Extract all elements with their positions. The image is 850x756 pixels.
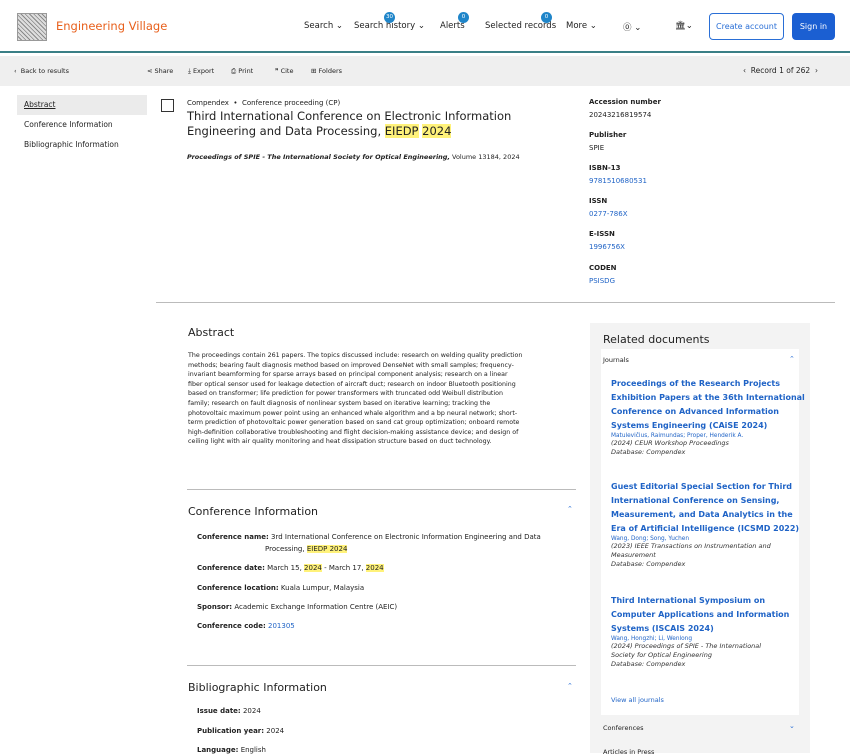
conference-code: Conference code: 201305 [197,622,295,630]
chevron-down-icon: ⌄ [589,21,597,31]
top-header: Engineering Village Search ⌄ Search hist… [0,0,850,53]
record-toolbar: ‹ Back to results ⋖ Share ⤓ Export ⎙ Pri… [0,56,850,86]
conferences-accordion[interactable]: Conferences [603,724,644,732]
conference-date: Conference date: March 15, 2024 - March … [197,564,384,572]
print-button[interactable]: ⎙ Print [231,67,253,76]
conference-sponsor: Sponsor: Academic Exchange Information C… [197,603,398,611]
related-doc[interactable]: Third International Symposium on Computer… [611,594,789,669]
eissn-label: E-ISSN [589,230,615,238]
issn-label: ISSN [589,197,608,205]
isbn-label: ISBN-13 [589,164,621,172]
sidebar-item-abstract[interactable]: Abstract [17,95,147,115]
chevron-down-icon: ⌄ [685,21,693,31]
chevron-up-icon[interactable]: ⌃ [567,505,573,513]
record-source: Proceedings of SPIE - The International … [187,153,520,161]
nav-search[interactable]: Search ⌄ [304,21,343,31]
share-button[interactable]: ⋖ Share [147,67,173,75]
journals-accordion[interactable]: Journals [603,356,629,364]
publisher-value: SPIE [589,144,605,152]
chevron-down-icon: ⌄ [335,21,344,31]
help-menu[interactable]: ⓪ ⌄ [623,21,641,33]
articles-in-press-accordion[interactable]: Articles in Press [603,748,654,756]
related-heading: Related documents [603,333,710,346]
chevron-down-icon: ⌄ [634,23,642,33]
abstract-heading: Abstract [188,326,235,339]
record-pager: ‹ Record 1 of 262 › [743,66,818,75]
chevron-up-icon[interactable]: ⌃ [789,355,795,363]
folders-button[interactable]: ⊞ Folders [311,67,342,75]
related-doc[interactable]: Proceedings of the Research Projects Exhi… [611,377,805,457]
record-type: Compendex • Conference proceeding (CP) [187,99,341,107]
chevron-left-icon: ‹ [14,67,17,75]
download-icon: ⤓ [188,67,191,75]
related-doc-title: Proceedings of the Research Projects Exhi… [611,379,805,430]
chevron-left-icon[interactable]: ‹ [743,66,746,75]
bibliographic-heading: Bibliographic Information [188,681,327,694]
conference-code-link[interactable]: 201305 [268,622,295,630]
related-doc-title: Third International Symposium on Computer… [611,596,790,633]
conference-name: Conference name: 3rd International Confe… [197,533,541,553]
related-doc-title: Guest Editorial Special Section for Thir… [611,482,800,533]
related-doc[interactable]: Guest Editorial Special Section for Thir… [611,480,799,569]
coden-link[interactable]: PSISDG [589,277,615,285]
coden-label: CODEN [589,264,617,272]
chevron-up-icon[interactable]: ⌃ [567,682,573,690]
isbn-link[interactable]: 9781510680531 [589,177,647,185]
help-icon: ⓪ [623,23,632,33]
create-account-button[interactable]: Create account [709,13,784,40]
selected-count-badge: 0 [541,12,552,23]
conference-location: Conference location: Kuala Lumpur, Malay… [197,584,365,592]
abstract-text: The proceedings contain 261 papers. The … [188,352,523,446]
share-icon: ⋖ [147,67,153,75]
history-count-badge: 30 [384,12,395,23]
divider [187,489,576,490]
accession-value: 20243216819574 [589,111,652,119]
chevron-down-icon[interactable]: ⌄ [789,722,795,730]
institution-icon: 🏛 [675,21,686,31]
view-all-journals-link[interactable]: View all journals [611,696,664,704]
sign-in-button[interactable]: Sign in [792,13,835,40]
conference-heading: Conference Information [188,505,319,518]
back-to-results-link[interactable]: ‹ Back to results [14,67,69,75]
divider [156,302,835,303]
elsevier-logo-icon[interactable] [17,13,47,41]
record-title: Third International Conference on Electr… [187,109,512,138]
cite-button[interactable]: ❞ Cite [275,67,293,75]
export-button[interactable]: ⤓ Export [188,67,214,76]
printer-icon: ⎙ [231,67,237,75]
alerts-count-badge: 0 [458,12,469,23]
select-record-checkbox[interactable] [161,99,174,112]
nav-more[interactable]: More ⌄ [566,21,597,31]
chevron-right-icon[interactable]: › [815,66,818,75]
brand-name[interactable]: Engineering Village [56,19,167,33]
sidebar-item-bibliographic-information[interactable]: Bibliographic Information [17,135,147,155]
chevron-down-icon: ⌄ [417,21,425,31]
quote-icon: ❞ [275,67,279,75]
accession-label: Accession number [589,98,661,106]
folder-icon: ⊞ [311,67,317,75]
section-nav: Abstract Conference Information Bibliogr… [17,95,147,155]
issn-link[interactable]: 0277-786X [589,210,628,218]
issue-date: Issue date: 2024 [197,707,261,715]
divider [187,665,576,666]
sidebar-item-conference-information[interactable]: Conference Information [17,115,147,135]
institution-menu[interactable]: 🏛⌄ [675,21,693,31]
publisher-label: Publisher [589,131,627,139]
publication-year: Publication year: 2024 [197,727,285,735]
eissn-link[interactable]: 1996756X [589,243,625,251]
